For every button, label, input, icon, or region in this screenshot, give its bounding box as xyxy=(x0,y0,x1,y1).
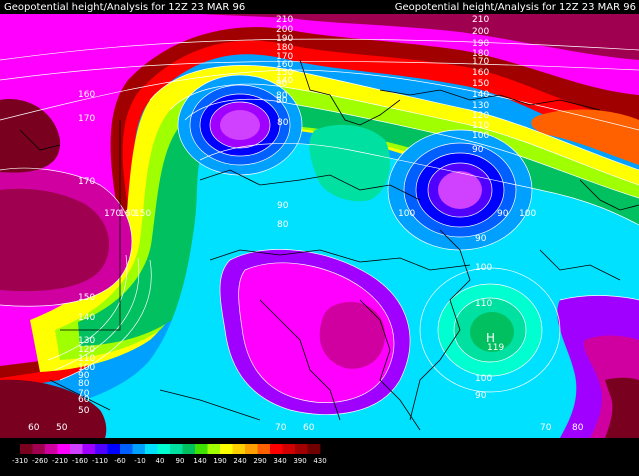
contour-label: 110 xyxy=(475,299,492,309)
contour-label: 170 xyxy=(472,57,489,67)
contour-label: 140 xyxy=(78,313,95,323)
legend-swatch xyxy=(70,444,83,454)
color-legend: -310 -260 -210 -160 -110 -60 -10 40 90 140 190 240 2… xyxy=(12,444,327,465)
contour-label: 150 xyxy=(472,79,489,89)
legend-tick-label: -60 xyxy=(114,457,125,465)
legend-tick-label: 340 xyxy=(273,457,286,465)
contour-label: 90 xyxy=(277,201,289,211)
legend-swatch xyxy=(95,444,108,454)
legend-swatch xyxy=(220,444,233,454)
contour-label: 140 xyxy=(472,90,489,100)
contour-label: 60 xyxy=(78,395,90,405)
legend-swatch xyxy=(170,444,183,454)
contour-label: 80 xyxy=(276,96,288,106)
legend-swatch xyxy=(270,444,283,454)
legend-swatch xyxy=(57,444,71,454)
legend-tick-label: -110 xyxy=(92,457,108,465)
contour-label: 120 xyxy=(472,111,489,121)
high-pressure-marker: H xyxy=(486,331,495,345)
contour-label: 160 xyxy=(472,68,489,78)
legend-swatch xyxy=(20,444,33,454)
contour-label: 150 xyxy=(134,209,151,219)
contour-label: 210 xyxy=(472,15,489,25)
contour-label: 170 xyxy=(78,177,95,187)
legend-tick-label: -260 xyxy=(32,457,48,465)
contour-label: 60 xyxy=(303,423,315,433)
contour-label: 80 xyxy=(572,423,584,433)
legend-tick-label: -10 xyxy=(134,457,145,465)
legend-tick-label: 140 xyxy=(193,457,206,465)
legend-tick-label: 40 xyxy=(156,457,165,465)
contour-label: 70 xyxy=(540,423,552,433)
contour-label: 90 xyxy=(475,391,487,401)
low-south-core xyxy=(319,301,385,369)
contour-label: 110 xyxy=(472,121,489,131)
contour-label: 70 xyxy=(275,423,287,433)
legend-swatch xyxy=(145,444,158,454)
contour-label: 90 xyxy=(276,79,288,89)
legend-tick-label: 430 xyxy=(313,457,326,465)
legend-tick-label: 290 xyxy=(253,457,266,465)
legend-swatch xyxy=(32,444,46,454)
contour-label: 90 xyxy=(472,145,484,155)
legend-swatch xyxy=(307,444,321,454)
legend-tick-label: 240 xyxy=(233,457,246,465)
contour-label: 190 xyxy=(472,39,489,49)
legend-swatch xyxy=(282,444,296,454)
legend-swatch xyxy=(182,444,196,454)
contour-label: 100 xyxy=(475,374,492,384)
contour-label: 50 xyxy=(78,406,90,416)
contour-label: 50 xyxy=(56,423,68,433)
contour-label: 200 xyxy=(472,27,489,37)
legend-swatch xyxy=(245,444,258,454)
legend-tick-label: -210 xyxy=(52,457,68,465)
legend-swatch xyxy=(232,444,246,454)
legend-swatch xyxy=(107,444,121,454)
contour-label: 170 xyxy=(78,114,95,124)
contour-label: 100 xyxy=(519,209,536,219)
legend-tick-label: 190 xyxy=(213,457,226,465)
contour-label: 150 xyxy=(78,293,95,303)
contour-fill-layer xyxy=(0,14,639,438)
contour-label: 80 xyxy=(277,220,289,230)
map-panel: Geopotential height/Analysis for 12Z 23 … xyxy=(0,0,639,476)
legend-swatch xyxy=(120,444,133,454)
contour-label: 90 xyxy=(497,209,509,219)
contour-label: 60 xyxy=(28,423,40,433)
legend-tick-label: -310 xyxy=(12,457,28,465)
legend-swatch xyxy=(45,444,58,454)
contour-label: 100 xyxy=(398,209,415,219)
legend-swatch xyxy=(195,444,208,454)
geopotential-map: 210 200 190 180 170 160 150 140 210 200 … xyxy=(0,14,639,465)
legend-swatch xyxy=(157,444,171,454)
contour-label: 100 xyxy=(475,263,492,273)
contour-label: 130 xyxy=(472,101,489,111)
legend-swatch xyxy=(207,444,221,454)
low-east-core xyxy=(438,171,482,209)
contour-label: 80 xyxy=(78,379,90,389)
legend-swatch xyxy=(132,444,146,454)
legend-tick-label: 90 xyxy=(176,457,185,465)
low-north-core xyxy=(220,110,260,140)
legend-tick-label: 390 xyxy=(293,457,306,465)
legend-swatch xyxy=(82,444,96,454)
contour-label: 210 xyxy=(276,15,293,25)
contour-label: 100 xyxy=(472,131,489,141)
contour-label: 160 xyxy=(78,90,95,100)
legend-swatch xyxy=(257,444,271,454)
contour-label: 90 xyxy=(475,234,487,244)
legend-tick-label: -160 xyxy=(72,457,88,465)
contour-label: 80 xyxy=(277,118,289,128)
legend-swatch xyxy=(295,444,308,454)
